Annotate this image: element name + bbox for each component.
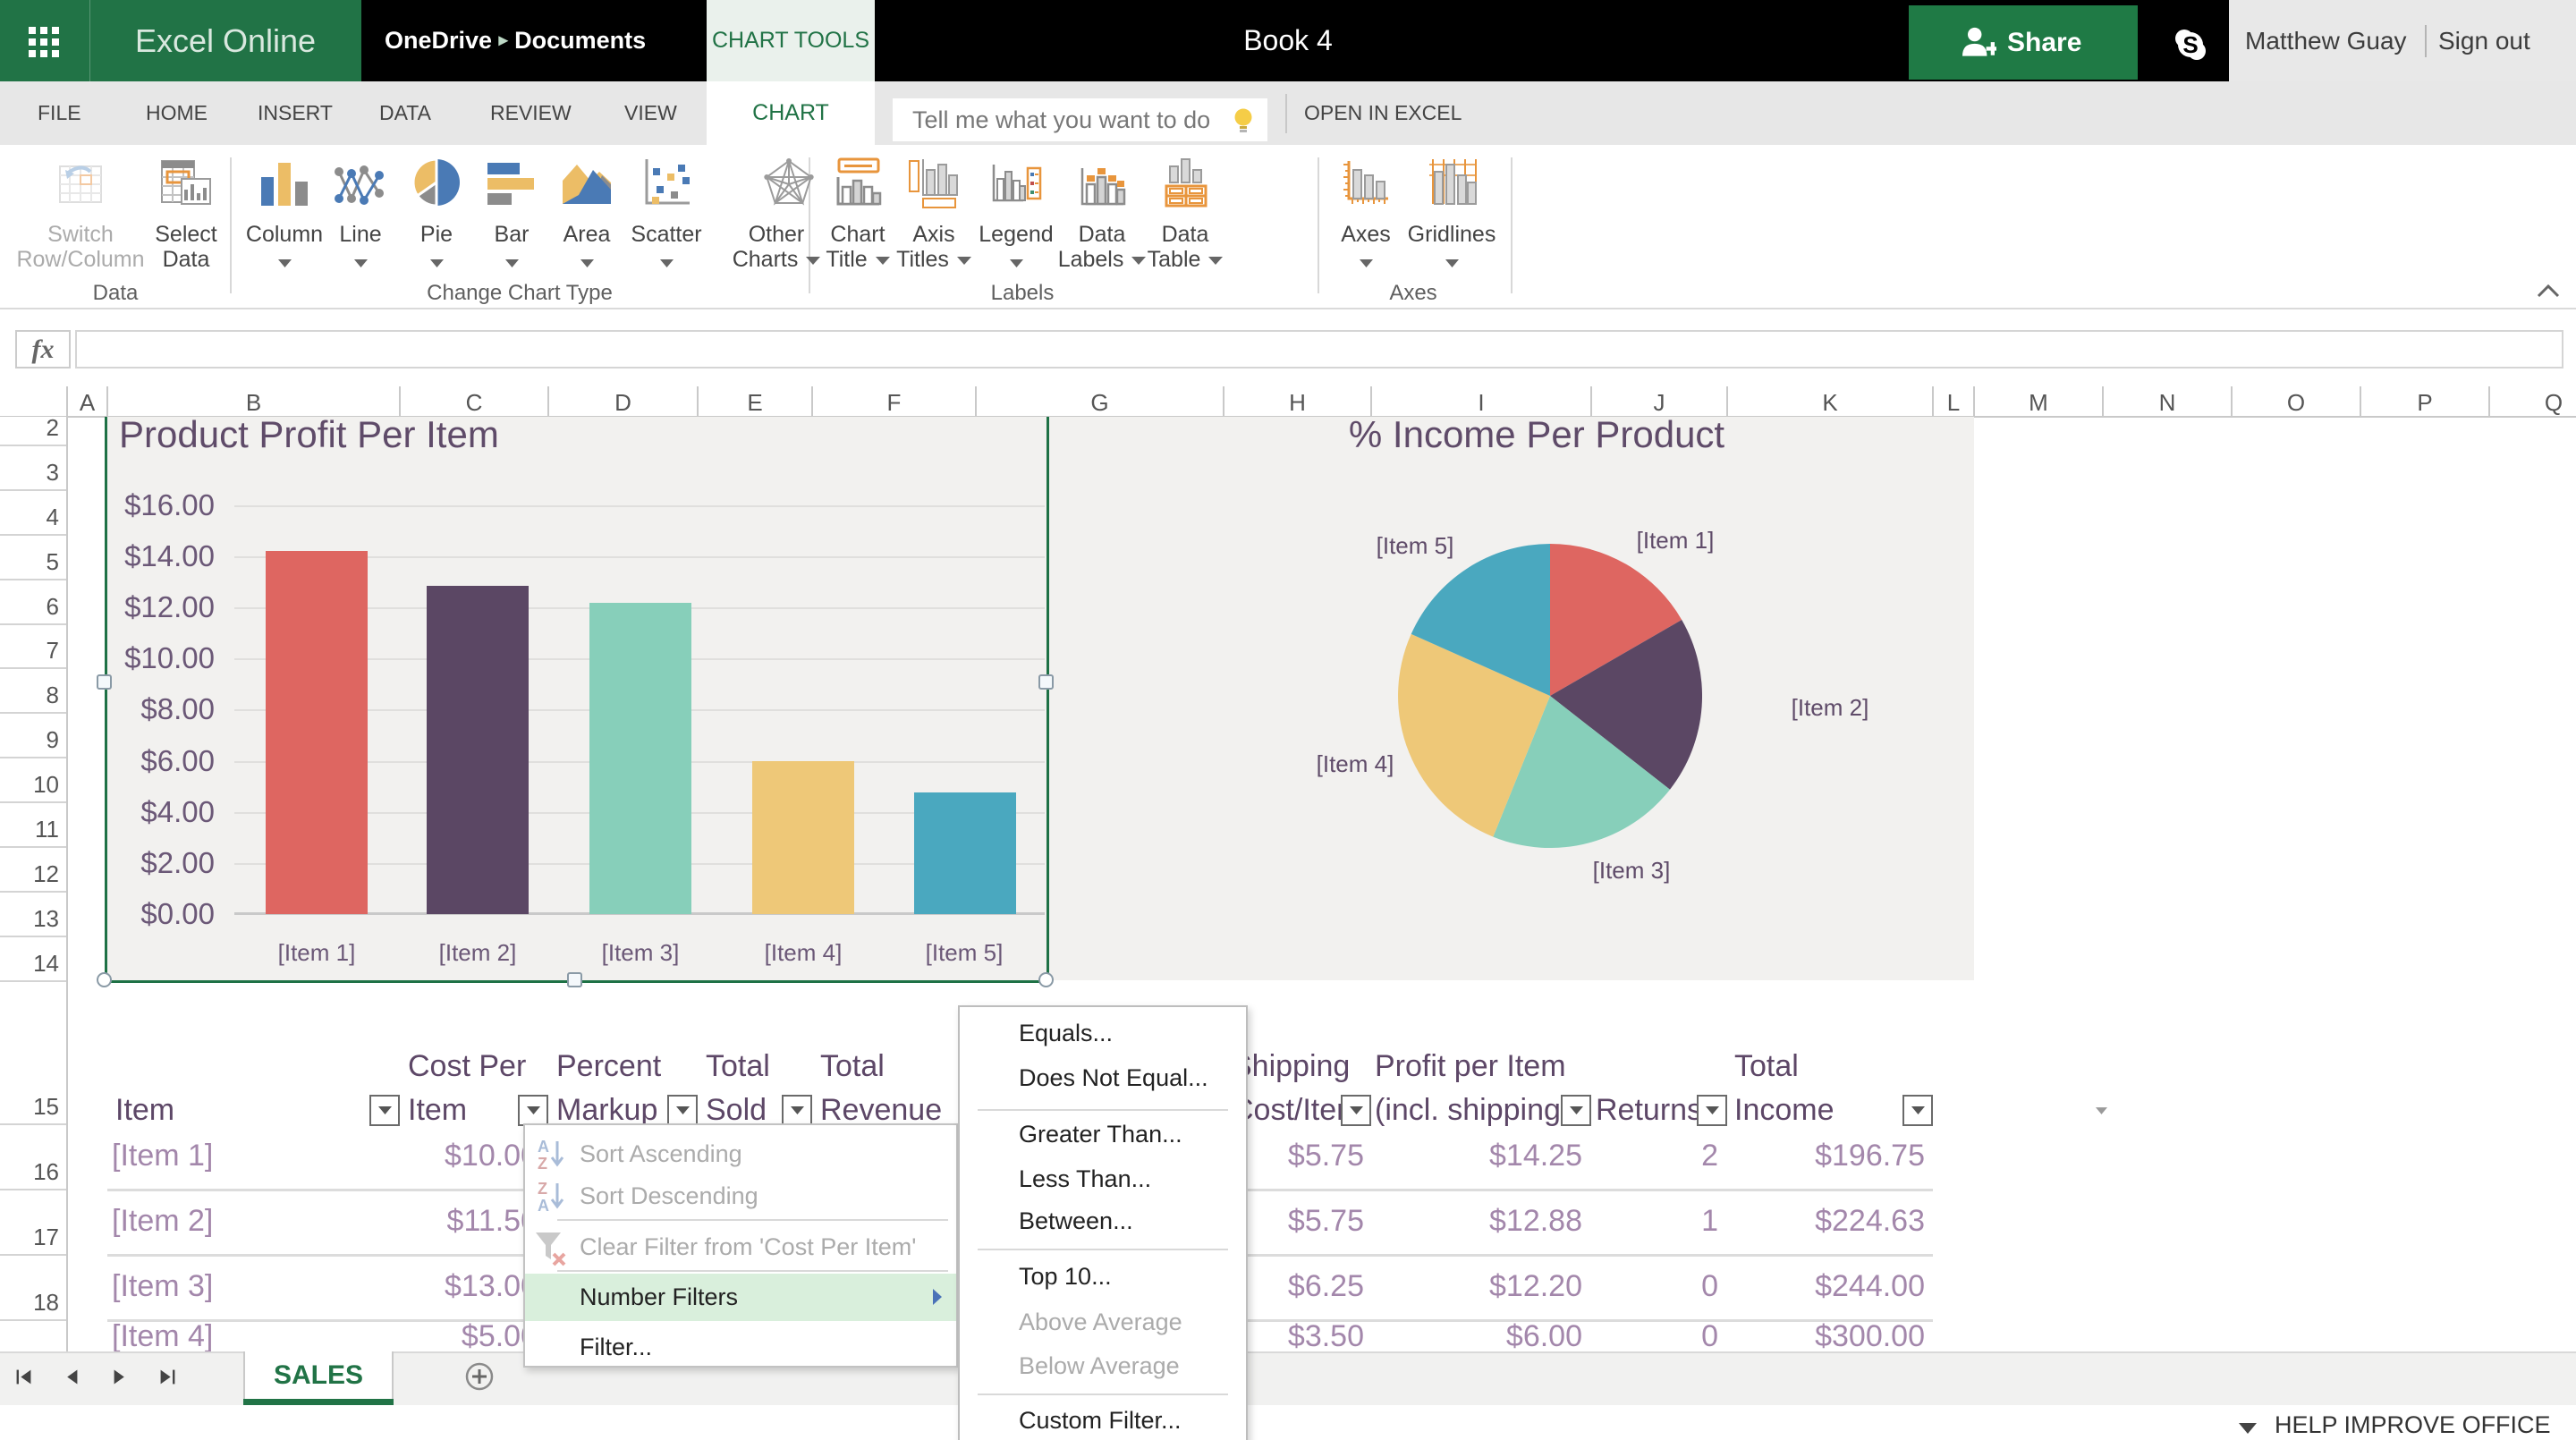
svg-text:S: S	[2182, 31, 2198, 58]
